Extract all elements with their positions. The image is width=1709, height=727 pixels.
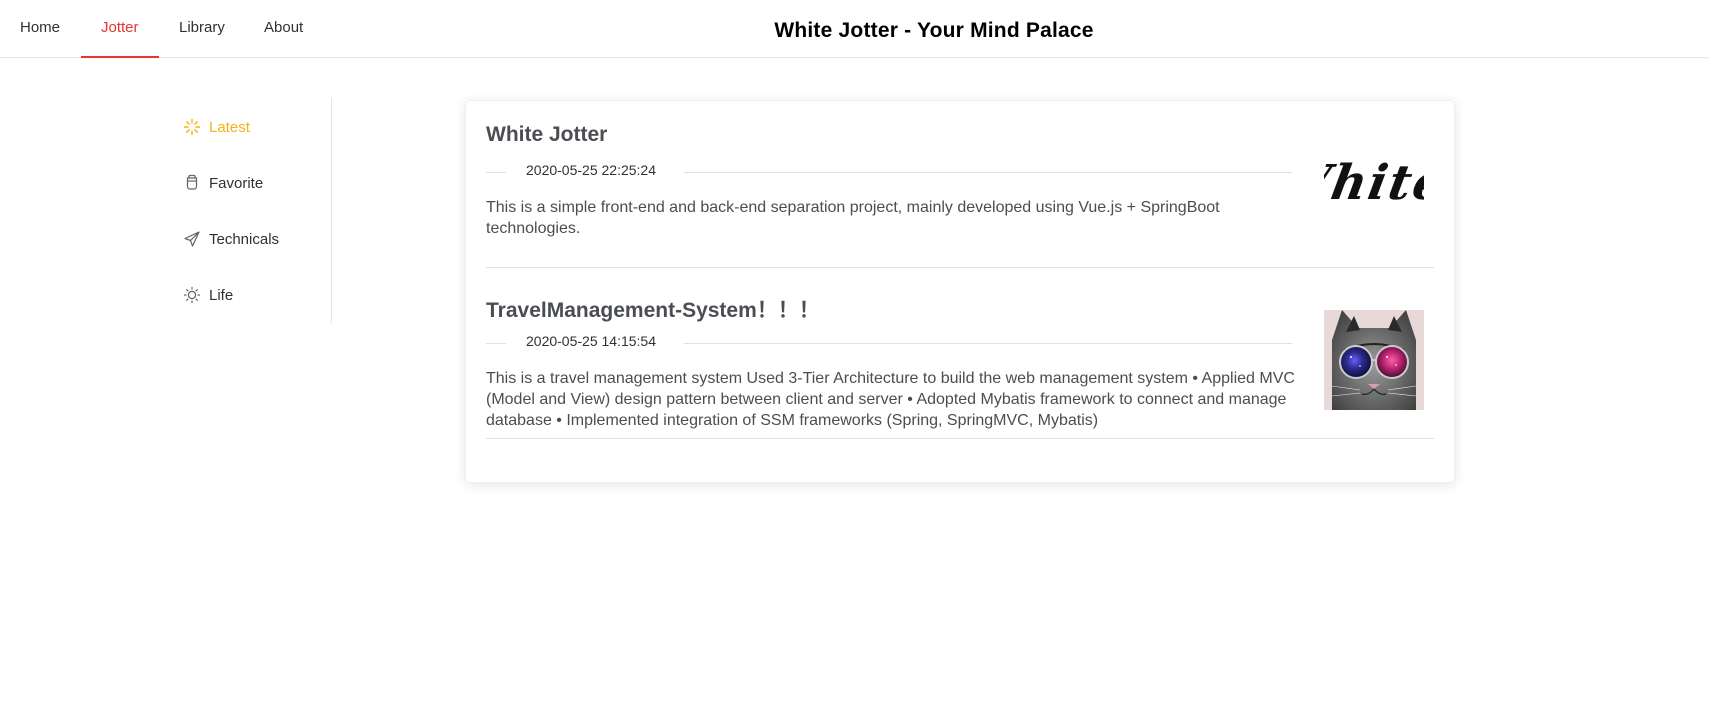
article-date-row: 2020-05-25 22:25:24 [486, 162, 1292, 182]
articles-card: White Jotter 2020-05-25 22:25:24 This is… [465, 100, 1455, 483]
article-date: 2020-05-25 14:15:54 [526, 333, 656, 349]
top-navbar: Home Jotter Library About White Jotter -… [0, 0, 1709, 58]
article-divider [486, 267, 1434, 268]
menu-item-favorite[interactable]: Favorite [183, 171, 263, 195]
article-divider [486, 438, 1434, 439]
menu-item-label: Life [209, 286, 234, 304]
cover-logo-text: White Jotter [1324, 155, 1424, 211]
divider-line [684, 172, 1292, 173]
menu-item-latest[interactable]: Latest [183, 115, 250, 139]
send-icon [183, 230, 201, 248]
menu-item-label: Latest [209, 118, 250, 136]
article-abstract: This is a simple front-end and back-end … [486, 199, 1220, 237]
article-title[interactable]: White Jotter [486, 123, 607, 147]
article-cover-image[interactable]: White Jotter [1324, 147, 1424, 247]
site-title: White Jotter - Your Mind Palace [774, 19, 1094, 42]
cat-sunglasses-image [1324, 310, 1424, 410]
article-date-row: 2020-05-25 14:15:54 [486, 333, 1292, 353]
menu-item-label: Favorite [209, 174, 264, 192]
sun-icon [183, 286, 201, 304]
article-abstract: This is a travel management system Used … [486, 370, 1295, 429]
loading-icon [183, 118, 201, 136]
menu-item-technicals[interactable]: Technicals [183, 227, 279, 251]
divider-line [486, 343, 506, 344]
article-date: 2020-05-25 22:25:24 [526, 162, 656, 178]
article-cover-image[interactable] [1324, 310, 1424, 410]
divider-line [684, 343, 1292, 344]
article-title[interactable]: TravelManagement-System！！！ [486, 294, 820, 324]
category-menu: Latest Favorite Technicals Life [170, 98, 332, 323]
divider-line [486, 172, 506, 173]
menu-item-label: Technicals [209, 230, 280, 248]
cup-icon [183, 174, 201, 192]
menu-item-life[interactable]: Life [183, 283, 233, 307]
